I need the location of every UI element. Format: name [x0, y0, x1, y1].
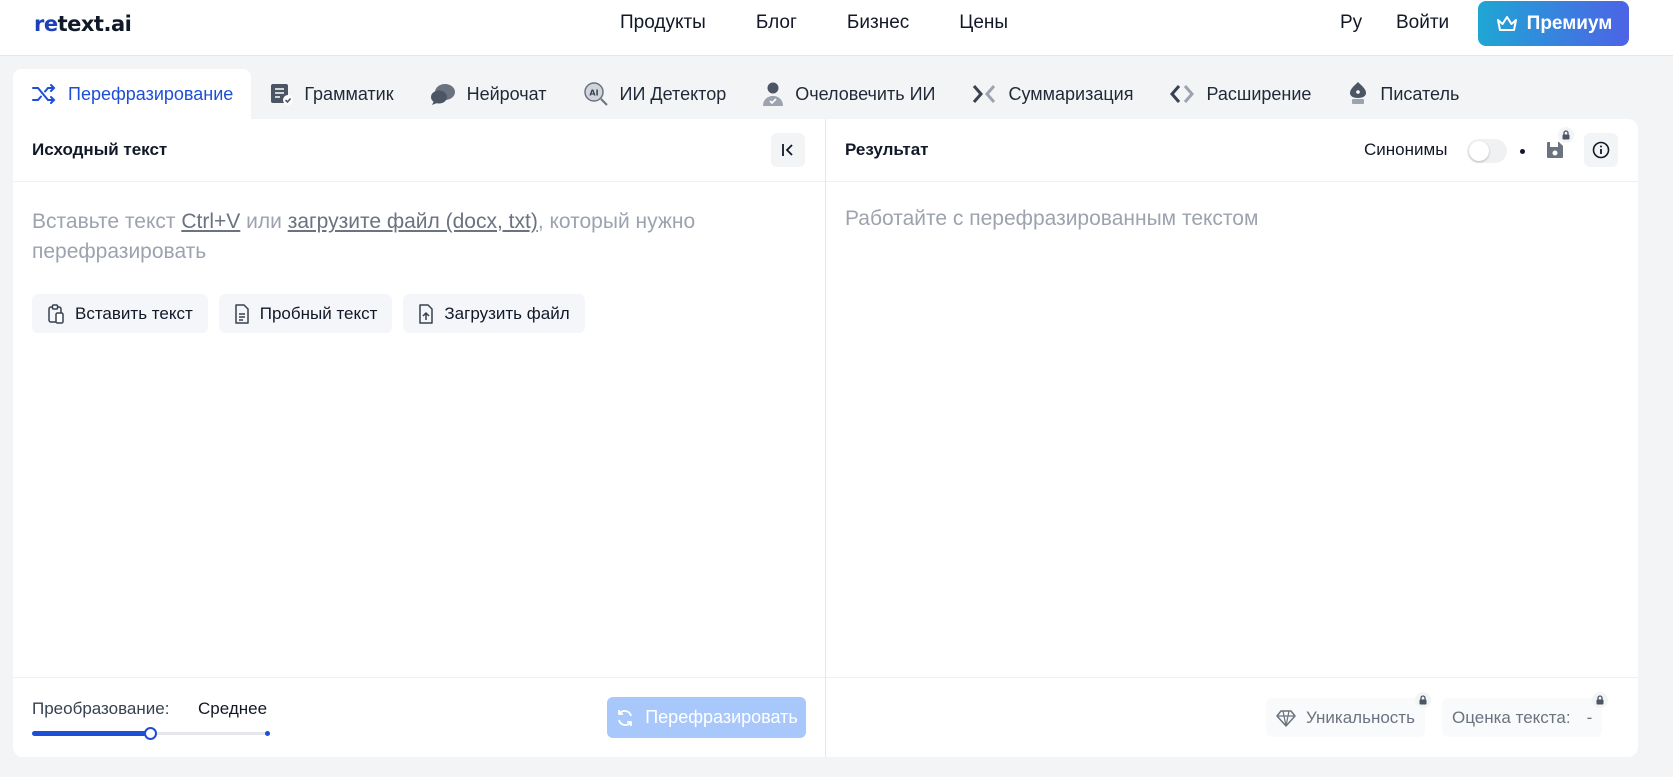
main-nav: Продукты Блог Бизнес Цены [620, 12, 1058, 34]
tab-summarize[interactable]: Суммаризация [953, 69, 1151, 119]
tab-neurochat[interactable]: Нейрочат [412, 69, 565, 119]
score-value: - [1586, 707, 1593, 727]
tab-label: Нейрочат [466, 83, 547, 104]
result-title: Результат [845, 140, 929, 159]
logo-suffix: text.ai [57, 12, 132, 36]
diamond-icon [1276, 709, 1296, 727]
source-input-placeholder[interactable]: Вставьте текст Ctrl+V или загрузите файл… [32, 207, 792, 267]
upload-file-link[interactable]: загрузите файл (docx, txt) [288, 210, 538, 233]
premium-button[interactable]: Премиум [1478, 1, 1629, 46]
tab-label: Грамматик [304, 83, 394, 104]
upload-file-icon [419, 303, 434, 324]
result-header: Результат Синонимы [826, 119, 1638, 182]
score-label: Оценка текста: [1452, 707, 1571, 727]
source-actions: Вставить текст Пробный текст Загрузить ф… [32, 294, 585, 333]
nav-prices[interactable]: Цены [959, 12, 1008, 34]
synonyms-toggle[interactable] [1467, 139, 1507, 163]
lock-badge [1592, 692, 1609, 708]
tab-label: Суммаризация [1008, 83, 1134, 104]
grammar-check-icon [271, 84, 294, 105]
logo[interactable]: retext.ai [34, 12, 132, 36]
lock-badge [1414, 692, 1431, 708]
source-header: Исходный текст [13, 119, 825, 182]
result-panel: Результат Синонимы Работайте с перефрази… [826, 119, 1638, 757]
tab-label: Писатель [1380, 83, 1460, 104]
tab-ai-detector[interactable]: AI ИИ Детектор [565, 69, 745, 119]
pen-nib-icon [1350, 82, 1367, 104]
tab-humanize[interactable]: Очеловечить ИИ [744, 69, 953, 119]
document-icon [235, 303, 249, 324]
lock-icon [1596, 695, 1604, 705]
save-button[interactable] [1538, 127, 1574, 167]
tab-label: Очеловечить ИИ [795, 83, 936, 104]
nav-products[interactable]: Продукты [620, 12, 706, 34]
placeholder-text-2: или [240, 210, 288, 233]
info-button[interactable] [1584, 133, 1618, 167]
paste-text-label: Вставить текст [75, 303, 193, 323]
placeholder-text-1: Вставьте текст [32, 210, 182, 233]
chat-bubbles-icon [430, 84, 455, 105]
login-link[interactable]: Войти [1396, 12, 1449, 34]
top-header: retext.ai Продукты Блог Бизнес Цены Ру В… [0, 0, 1673, 56]
logo-prefix: re [34, 12, 58, 36]
mode-slider[interactable] [32, 727, 270, 740]
source-panel: Исходный текст Вставьте текст Ctrl+V или… [13, 119, 826, 757]
expand-icon [1170, 85, 1195, 103]
sample-text-label: Пробный текст [259, 303, 378, 323]
result-placeholder: Работайте с перефразированным текстом [845, 207, 1259, 230]
collapse-button[interactable] [771, 133, 805, 167]
slider-fill [32, 731, 150, 736]
paste-shortcut: Ctrl+V [181, 210, 241, 233]
compress-icon [973, 85, 996, 103]
tab-expand[interactable]: Расширение [1151, 69, 1329, 119]
slider-end-dot [265, 731, 270, 736]
refresh-icon [618, 709, 633, 726]
synonyms-label: Синонимы [1364, 140, 1448, 159]
upload-file-button[interactable]: Загрузить файл [403, 294, 585, 333]
tab-label: Перефразирование [68, 83, 234, 104]
lock-icon [1419, 695, 1427, 705]
crown-icon [1496, 15, 1517, 31]
separator-dot [1520, 149, 1525, 154]
lock-icon [1562, 130, 1570, 140]
language-switch[interactable]: Ру [1340, 12, 1362, 34]
text-score[interactable]: Оценка текста: - [1442, 692, 1609, 737]
svg-text:AI: AI [589, 89, 598, 98]
nav-blog[interactable]: Блог [756, 12, 797, 34]
tab-label: ИИ Детектор [619, 83, 727, 104]
upload-file-label: Загрузить файл [444, 303, 570, 323]
slider-thumb[interactable] [144, 727, 157, 740]
save-icon [1547, 142, 1563, 158]
tab-paraphrase[interactable]: Перефразирование [13, 69, 252, 119]
paraphrase-button[interactable]: Перефразировать [607, 697, 806, 738]
nav-business[interactable]: Бизнес [847, 12, 909, 34]
ai-detector-icon: AI [583, 82, 608, 106]
result-footer: Уникальность Оценка текста: - [826, 677, 1638, 757]
clipboard-icon [48, 303, 64, 324]
tool-tabs: Перефразирование Грамматик Нейрочат AI И… [13, 69, 1477, 119]
person-icon [763, 82, 784, 106]
mode-value: Среднее [198, 699, 268, 718]
paraphrase-label: Перефразировать [645, 707, 798, 727]
tab-grammar[interactable]: Грамматик [251, 69, 411, 119]
mode-label: Преобразование: [32, 699, 170, 718]
source-title: Исходный текст [32, 140, 168, 159]
uniqueness-label: Уникальность [1306, 707, 1415, 727]
lock-badge [1558, 127, 1574, 143]
shuffle-icon [32, 84, 56, 104]
sample-text-button[interactable]: Пробный текст [218, 294, 393, 333]
collapse-left-icon [782, 144, 793, 156]
tab-label: Расширение [1206, 83, 1312, 104]
tab-writer[interactable]: Писатель [1329, 69, 1477, 119]
uniqueness-button[interactable]: Уникальность [1266, 692, 1431, 737]
premium-label: Премиум [1526, 12, 1613, 34]
toggle-knob [1469, 141, 1489, 161]
paste-text-button[interactable]: Вставить текст [32, 294, 208, 333]
source-footer: Преобразование: Среднее Перефразировать [13, 677, 825, 757]
info-icon [1592, 141, 1610, 159]
